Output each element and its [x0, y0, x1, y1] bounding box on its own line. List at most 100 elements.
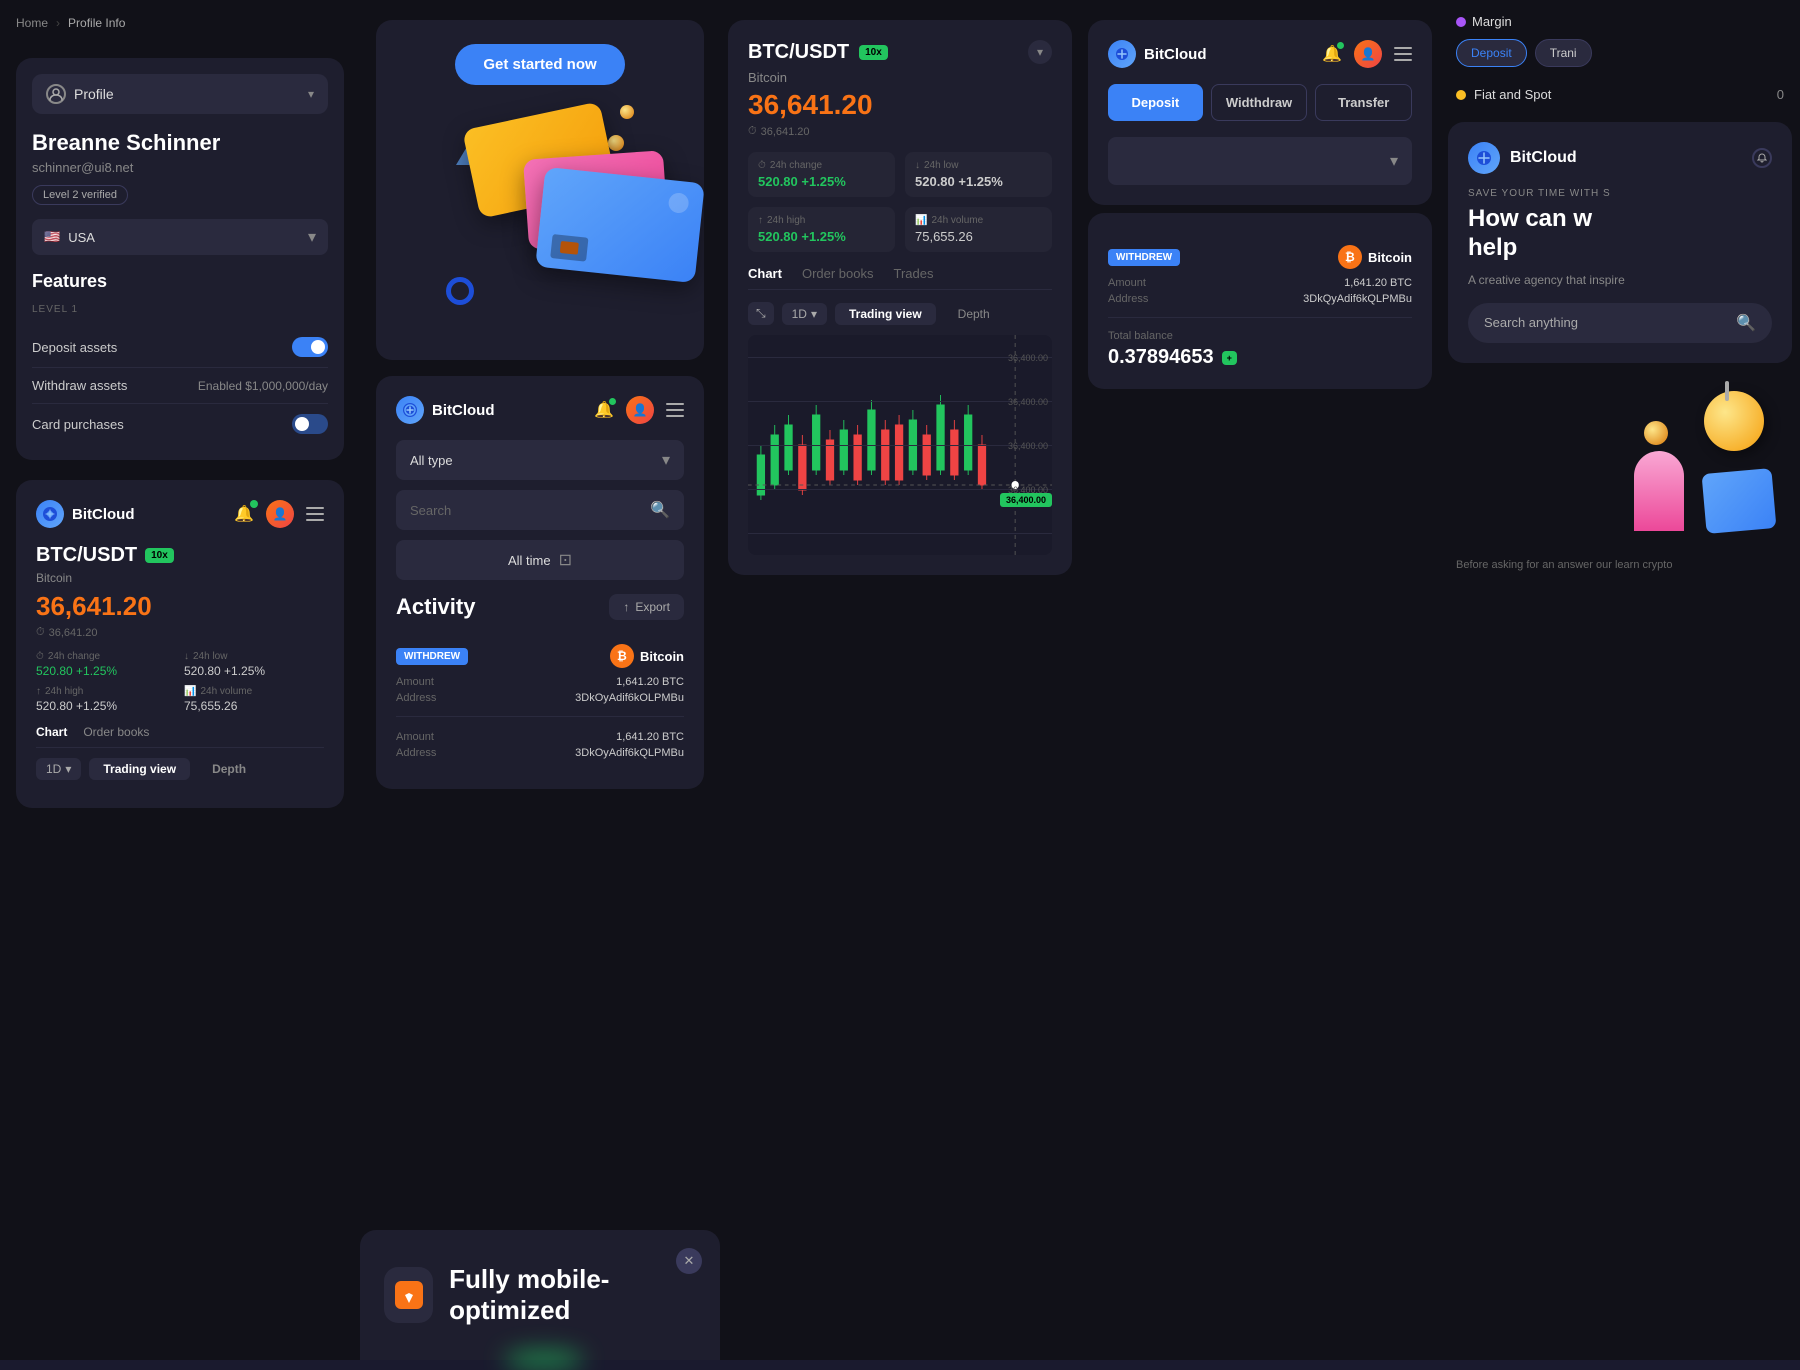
bsc-header: BitCloud — [1468, 142, 1772, 174]
btc-low-label-wrap: ↓ 24h low — [915, 160, 1042, 171]
deposit-assets-toggle[interactable] — [292, 337, 328, 357]
btc-time-btn[interactable]: 1D ▾ — [782, 303, 827, 325]
deposit-top-btn[interactable]: Deposit — [1456, 39, 1527, 67]
main-container: Home › Profile Info Profile ▾ — [0, 0, 1800, 1360]
menu-line-2 — [306, 513, 324, 515]
margin-dot — [1456, 17, 1466, 27]
breadcrumb-sep: › — [56, 16, 60, 30]
profile-label: Profile — [74, 86, 114, 102]
mini-stat-high: ↑ 24h high 520.80 +1.25% — [36, 686, 176, 713]
mini-leverage-badge: 10x — [145, 548, 174, 563]
dep-coin-info: ₿ Bitcoin — [1338, 245, 1412, 269]
btc-vol-val: 75,655.26 — [915, 229, 1042, 244]
activity-menu-icon[interactable] — [666, 403, 684, 417]
coin-3 — [620, 105, 634, 119]
total-balance-badge: + — [1222, 351, 1237, 365]
mini-depth-btn[interactable]: Depth — [198, 758, 260, 780]
breadcrumb-home[interactable]: Home — [16, 16, 48, 30]
deposit-menu-icon[interactable] — [1394, 47, 1412, 61]
illustration-area — [1440, 373, 1800, 549]
deposit-dropdown[interactable]: ▾ — [1108, 137, 1412, 185]
export-label: Export — [635, 600, 670, 614]
bell-icon[interactable]: 🔔 — [234, 506, 254, 523]
btc-tab-orderbooks[interactable]: Order books — [802, 266, 874, 281]
mini-chart-tabs: Chart Order books — [36, 725, 324, 748]
grid-3 — [748, 445, 1052, 446]
total-balance-label: Total balance — [1108, 330, 1412, 342]
btc-tab-chart[interactable]: Chart — [748, 266, 782, 281]
mini-tab-chart[interactable]: Chart — [36, 725, 67, 739]
flag-icon: 🇺🇸 — [44, 229, 60, 245]
mini-trading-view-btn[interactable]: Trading view — [89, 758, 190, 780]
btc-chart-area: 36,400.00 36,400.00 36,400.00 36,400.00 — [748, 335, 1052, 555]
profile-chevron-icon: ▾ — [308, 87, 314, 101]
transfer-top-btn[interactable]: Trani — [1535, 39, 1592, 67]
menu-icon[interactable] — [306, 507, 324, 521]
coin-illustration — [1624, 381, 1784, 541]
dep-trans-top: WITHDREW ₿ Bitcoin — [1108, 245, 1412, 269]
btc-header: BTC/USDT 10x ▾ — [748, 40, 1052, 64]
mini-stat-change: ⏱ 24h change 520.80 +1.25% — [36, 651, 176, 678]
country-left: 🇺🇸 USA — [44, 229, 95, 245]
activity-avatar[interactable]: 👤 — [626, 396, 654, 424]
grid-4 — [748, 489, 1052, 490]
close-button[interactable]: ✕ — [676, 1248, 702, 1274]
btc-tab-trades[interactable]: Trades — [894, 266, 934, 281]
btc-expand-btn[interactable]: ⤡ — [748, 302, 774, 325]
profile-header[interactable]: Profile ▾ — [32, 74, 328, 114]
type-filter-label: All type — [410, 453, 453, 468]
bitcloud-mini-card: BitCloud 🔔 👤 BTC/USDT — [16, 480, 344, 808]
deposit-button[interactable]: Deposit — [1108, 84, 1203, 121]
country-selector[interactable]: 🇺🇸 USA ▾ — [32, 219, 328, 255]
btc-depth-btn[interactable]: Depth — [944, 303, 1004, 325]
breadcrumb: Home › Profile Info — [0, 0, 360, 38]
margin-section: Margin — [1440, 0, 1800, 29]
address-val: 3DkOyAdif6kOLPMBu — [575, 692, 684, 704]
export-button[interactable]: ↑ Export — [609, 594, 684, 620]
total-balance-val-row: 0.37894653 + — [1108, 346, 1412, 369]
get-started-button[interactable]: Get started now — [455, 44, 624, 85]
amount-row: Amount 1,641.20 BTC — [396, 676, 684, 688]
withdraw-button[interactable]: Widthdraw — [1211, 84, 1308, 121]
bsc-bell-icon[interactable] — [1752, 148, 1772, 168]
mini-time-btn[interactable]: 1D ▾ — [36, 758, 81, 780]
blue-card-shape — [1702, 468, 1777, 534]
profile-card: Profile ▾ Breanne Schinner schinner@ui8.… — [16, 58, 344, 460]
amount-label-2: Amount — [396, 731, 434, 743]
mini-change-label: ⏱ 24h change — [36, 651, 176, 662]
activity-card: BitCloud 🔔 👤 All type — [376, 376, 704, 789]
deposit-avatar[interactable]: 👤 — [1354, 40, 1382, 68]
verified-badge: Level 2 verified — [32, 185, 128, 205]
btc-dropdown-btn[interactable]: ▾ — [1028, 40, 1052, 64]
dep-btc-badge: ₿ — [1338, 245, 1362, 269]
bsc-headline: How can w help — [1468, 205, 1772, 263]
address-label-2: Address — [396, 747, 436, 759]
activity-bitcloud-name: BitCloud — [432, 402, 494, 419]
search-filter-label: Search — [410, 503, 451, 518]
deposit-logo-icon — [1108, 40, 1136, 68]
btc-low-label: 24h low — [924, 160, 958, 171]
withdraw-assets-label: Withdraw assets — [32, 378, 127, 393]
notification-dot — [250, 500, 258, 508]
type-filter[interactable]: All type ▾ — [396, 440, 684, 480]
btc-trading-view-btn[interactable]: Trading view — [835, 303, 936, 325]
avatar-mini[interactable]: 👤 — [266, 500, 294, 528]
coin-stick — [1725, 381, 1729, 401]
mini-tab-orderbooks[interactable]: Order books — [83, 725, 149, 739]
col-profile: Home › Profile Info Profile ▾ — [0, 0, 360, 1360]
mini-stat-vol: 📊 24h volume 75,655.26 — [184, 686, 324, 713]
card-purchases-toggle[interactable] — [292, 414, 328, 434]
search-filter[interactable]: Search 🔍 — [396, 490, 684, 530]
transfer-button[interactable]: Transfer — [1315, 84, 1412, 121]
price-tag: 36,400.00 — [1000, 493, 1052, 507]
mini-chart-controls: 1D ▾ Trading view Depth — [36, 758, 324, 780]
time-filter[interactable]: All time ⊡ — [396, 540, 684, 580]
deposit-header: BitCloud 🔔 👤 — [1108, 40, 1412, 68]
btc-vol-label: 24h volume — [931, 215, 983, 226]
btc-price-ref: 36,641.20 — [761, 126, 810, 138]
amount-val: 1,641.20 BTC — [616, 676, 684, 688]
search-anything-wrap[interactable]: Search anything 🔍 — [1468, 303, 1772, 343]
activity-bell-wrap: 🔔 — [594, 400, 614, 420]
dep-amount-val: 1,641.20 BTC — [1344, 277, 1412, 289]
dep-withdrew-badge: WITHDREW — [1108, 249, 1180, 266]
